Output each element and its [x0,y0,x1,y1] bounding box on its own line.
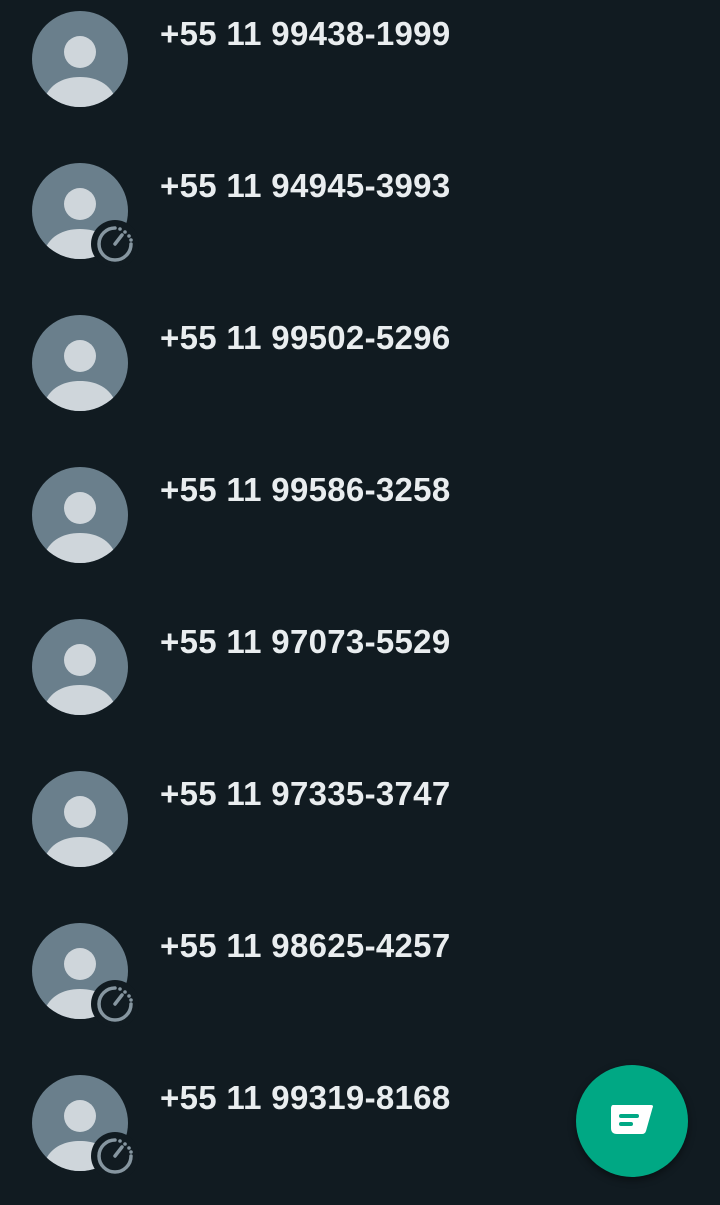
contact-row[interactable]: +55 11 97073-5529 [0,591,720,743]
contact-name: +55 11 99586-3258 [160,471,451,508]
contact-name: +55 11 99438-1999 [160,15,451,52]
new-chat-button[interactable] [576,1065,688,1177]
disappearing-messages-timer-icon [91,1132,139,1180]
contact-row[interactable]: +55 11 99586-3258 [0,439,720,591]
contact-name: +55 11 97073-5529 [160,623,451,660]
contact-row[interactable]: +55 11 99502-5296 [0,287,720,439]
disappearing-messages-timer-icon [91,220,139,268]
contact-name: +55 11 98625-4257 [160,927,451,964]
contact-name: +55 11 97335-3747 [160,775,451,812]
contact-name: +55 11 99319-8168 [160,1079,451,1116]
contact-name: +55 11 99502-5296 [160,319,451,356]
contact-name: +55 11 94945-3993 [160,167,451,204]
contact-row[interactable]: +55 11 97335-3747 [0,743,720,895]
default-avatar-icon [32,619,128,715]
disappearing-messages-timer-icon [91,980,139,1028]
default-avatar-icon [32,771,128,867]
contact-list: +55 11 99438-1999 +55 11 94945-3993 +55 … [0,0,720,1199]
default-avatar-icon [32,315,128,411]
contact-row[interactable]: +55 11 99438-1999 [0,0,720,135]
contact-row[interactable]: +55 11 98625-4257 [0,895,720,1047]
default-avatar-icon [32,467,128,563]
default-avatar-icon [32,11,128,107]
new-chat-icon [611,1105,653,1134]
contact-row[interactable]: +55 11 94945-3993 [0,135,720,287]
